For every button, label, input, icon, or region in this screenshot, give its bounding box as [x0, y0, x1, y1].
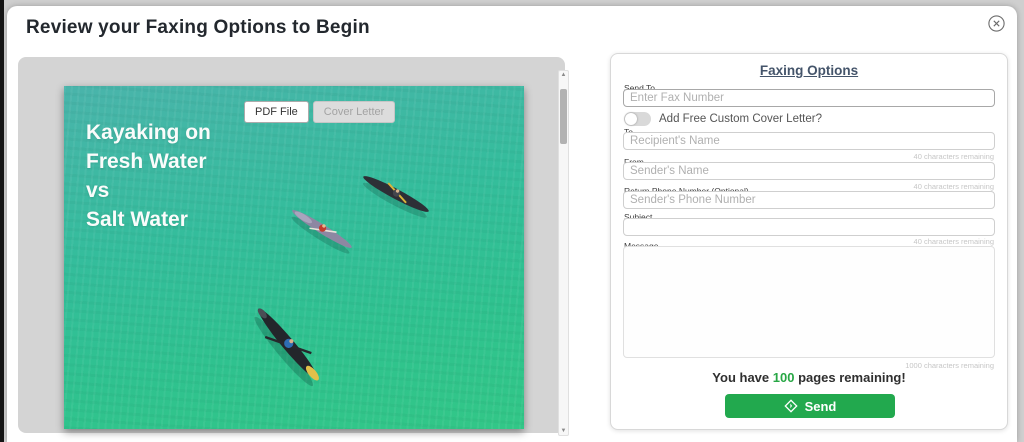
scroll-down-icon[interactable]: ▼ — [559, 428, 568, 434]
tab-cover-letter[interactable]: Cover Letter — [312, 101, 396, 123]
sender-phone-input[interactable] — [623, 191, 995, 209]
document-title-line: Kayaking on — [86, 121, 211, 144]
document-title-line: Salt Water — [86, 208, 188, 231]
toggle-knob — [625, 113, 637, 125]
kayaker-bottom — [254, 308, 319, 387]
send-diamond-icon — [783, 399, 798, 413]
document-title-line: Fresh Water — [86, 150, 207, 173]
pages-remaining-suffix: pages remaining! — [794, 370, 906, 385]
recipient-name-input[interactable] — [623, 132, 995, 150]
to-counter: 40 characters remaining — [913, 152, 994, 161]
fax-number-input[interactable] — [623, 89, 995, 107]
preview-scrollbar[interactable]: ▲ ▼ — [558, 70, 569, 436]
pages-remaining-prefix: You have — [712, 370, 773, 385]
tab-pdf-file[interactable]: PDF File — [244, 101, 309, 123]
send-button[interactable]: Send — [725, 394, 895, 418]
sender-name-input[interactable] — [623, 162, 995, 180]
scrollbar-thumb[interactable] — [560, 89, 567, 144]
form-title: Faxing Options — [759, 63, 859, 78]
faxing-options-panel: Faxing Options Send To Add Free Custom C… — [610, 53, 1008, 430]
cover-letter-toggle-label: Add Free Custom Cover Letter? — [659, 113, 822, 125]
subject-input[interactable] — [623, 218, 995, 236]
send-button-label: Send — [804, 398, 837, 414]
pages-remaining-text: You have 100 pages remaining! — [611, 370, 1007, 385]
subject-counter: 40 characters remaining — [913, 237, 994, 246]
cover-letter-toggle[interactable] — [624, 112, 651, 126]
pages-remaining-count: 100 — [772, 370, 795, 385]
kayaker-middle — [291, 210, 352, 254]
message-counter: 1000 characters remaining — [905, 361, 994, 370]
faxing-options-modal: Review your Faxing Options to Begin PDF … — [7, 6, 1017, 442]
page-title: Review your Faxing Options to Begin — [26, 17, 370, 38]
cover-letter-toggle-row: Add Free Custom Cover Letter? — [624, 111, 822, 127]
scroll-up-icon[interactable]: ▲ — [559, 72, 568, 78]
document-title: Kayaking on Fresh Water vs Salt Water — [86, 118, 211, 234]
document-preview-panel: PDF File Cover Letter Kayaking on Fresh … — [18, 57, 569, 436]
from-counter: 40 characters remaining — [913, 182, 994, 191]
close-icon[interactable] — [985, 14, 1007, 36]
viewport-edge — [0, 0, 4, 442]
preview-tabs: PDF File Cover Letter — [244, 101, 396, 123]
pdf-preview-page: Kayaking on Fresh Water vs Salt Water — [64, 86, 524, 429]
document-title-line: vs — [86, 179, 110, 202]
kayaker-top — [363, 176, 429, 218]
message-textarea[interactable] — [623, 246, 995, 358]
